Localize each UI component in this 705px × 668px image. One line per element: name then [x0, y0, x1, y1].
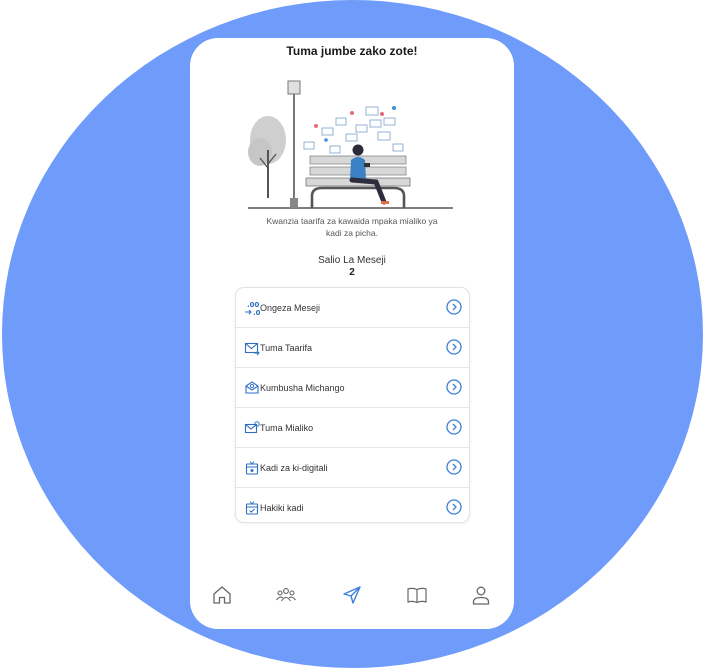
- home-icon[interactable]: [211, 584, 233, 606]
- chevron-right-circle-icon[interactable]: [446, 339, 462, 355]
- digital-card-icon: [244, 460, 260, 476]
- bottom-nav: [190, 584, 514, 610]
- park-bench-illustration: [248, 80, 453, 209]
- add-messages-icon: .00 .0: [244, 300, 260, 316]
- balance-label: Salio La Meseji: [318, 255, 386, 266]
- menu-item-label: Tuma Mialiko: [260, 422, 314, 433]
- send-icon[interactable]: [341, 584, 363, 606]
- action-menu: .00 .0 Ongeza Meseji Tuma Taarifa Kumbus…: [235, 287, 470, 523]
- send-mail-icon: [244, 340, 260, 356]
- menu-item-send-invitations[interactable]: Tuma Mialiko: [236, 408, 469, 448]
- svg-text:.00: .00: [247, 301, 260, 309]
- menu-item-label: Kumbusha Michango: [260, 382, 345, 393]
- user-icon[interactable]: [470, 584, 492, 606]
- group-icon[interactable]: [275, 584, 297, 606]
- menu-item-label: Tuma Taarifa: [260, 342, 313, 353]
- chevron-right-circle-icon[interactable]: [446, 499, 462, 515]
- menu-item-label: Kadi za ki-digitali: [260, 462, 328, 473]
- page-title: Tuma jumbe zako zote!: [286, 44, 418, 58]
- menu-item-add-messages[interactable]: .00 .0 Ongeza Meseji: [236, 288, 469, 328]
- menu-item-send-notice[interactable]: Tuma Taarifa: [236, 328, 469, 368]
- svg-text:.0: .0: [253, 309, 260, 316]
- reminder-mail-icon: [244, 380, 260, 396]
- invite-mail-icon: [244, 420, 260, 436]
- menu-item-remind-contributions[interactable]: Kumbusha Michango: [236, 368, 469, 408]
- description-text: Kwanzia taarifa za kawaida mpaka mialiko…: [266, 216, 438, 238]
- menu-item-digital-cards[interactable]: Kadi za ki-digitali: [236, 448, 469, 488]
- chevron-right-circle-icon[interactable]: [446, 419, 462, 435]
- menu-item-label: Hakiki kadi: [260, 502, 304, 513]
- phone-screen: Tuma jumbe zako zote! Kwanzia taarifa za…: [190, 38, 514, 629]
- menu-item-label: Ongeza Meseji: [260, 302, 321, 313]
- chevron-right-circle-icon[interactable]: [446, 379, 462, 395]
- book-icon[interactable]: [406, 584, 428, 606]
- chevron-right-circle-icon[interactable]: [446, 459, 462, 475]
- chevron-right-circle-icon[interactable]: [446, 299, 462, 315]
- balance-value: 2: [349, 267, 355, 278]
- menu-item-verify-card[interactable]: Hakiki kadi: [236, 488, 469, 527]
- verify-card-icon: [244, 500, 260, 516]
